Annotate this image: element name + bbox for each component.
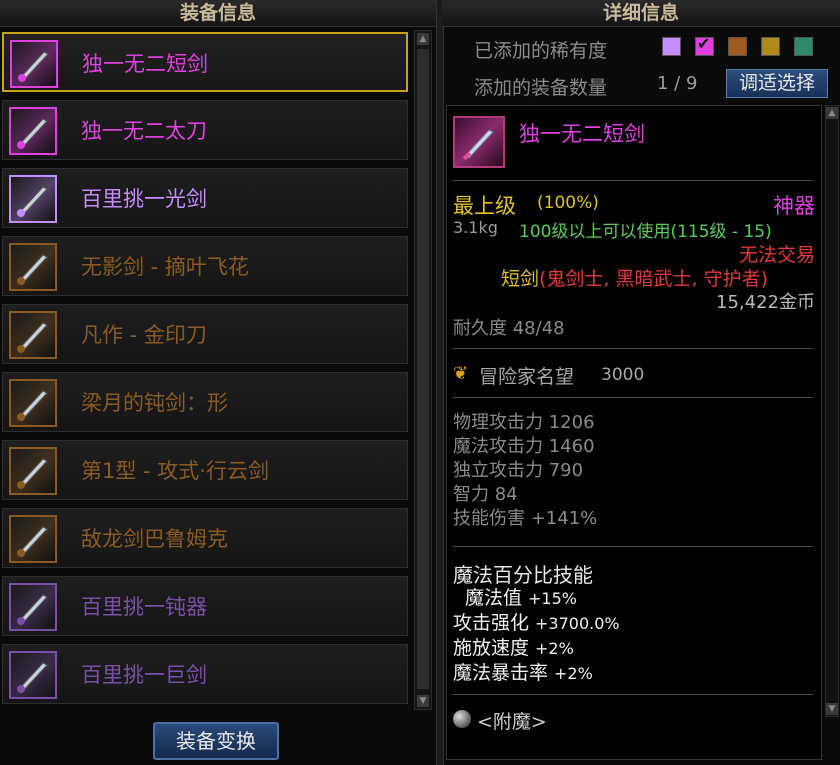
class-line: 短剑(鬼剑士, 黑暗武士, 守护者) bbox=[501, 264, 768, 291]
adjust-selection-button[interactable]: 调适选择 bbox=[726, 69, 828, 98]
equipment-list-item[interactable]: 无影剑 - 摘叶飞花 bbox=[2, 236, 408, 296]
equipment-list-item[interactable]: 独一无二短剑 bbox=[2, 32, 408, 92]
skill-name: 攻击强化 bbox=[453, 612, 530, 634]
skill-line: 施放速度 +2% bbox=[453, 633, 574, 660]
blade-icon bbox=[9, 311, 57, 359]
rarity-checkbox[interactable]: ✔ bbox=[695, 34, 714, 56]
stat-line: 技能伤害 +141% bbox=[453, 508, 598, 529]
equipment-list-item[interactable]: 敌龙剑巴鲁姆克 bbox=[2, 508, 408, 568]
item-detail-panel: 独一无二短剑 最上级 (100%) 神器 3.1kg 100级以上可以使用(11… bbox=[446, 105, 822, 760]
checkmark-icon: ✔ bbox=[697, 34, 711, 53]
equipment-name: 百里挑一巨剑 bbox=[81, 663, 207, 687]
dagger-icon bbox=[10, 40, 58, 88]
rarity-checkbox[interactable] bbox=[794, 37, 813, 56]
fame-label: 冒险家名望 bbox=[479, 366, 575, 388]
blunt-sword-icon bbox=[9, 379, 57, 427]
sword-icon bbox=[9, 447, 57, 495]
panel-divider bbox=[436, 0, 444, 765]
scroll-thumb[interactable] bbox=[417, 49, 429, 689]
item-grade-percent: (100%) bbox=[537, 193, 599, 213]
trade-restriction: 无法交易 bbox=[738, 244, 815, 266]
stat-line: 魔法攻击力 1460 bbox=[453, 436, 595, 457]
divider bbox=[453, 546, 813, 547]
equipment-name: 百里挑一光剑 bbox=[81, 187, 207, 211]
item-price: 15,422金币 bbox=[716, 292, 815, 313]
skill-line: 魔法值 +15% bbox=[465, 583, 577, 610]
skill-value: +3700.0% bbox=[535, 614, 620, 633]
item-type-tag: 神器 bbox=[773, 194, 815, 218]
fame-value: 3000 bbox=[601, 365, 645, 385]
equipment-list-item[interactable]: 凡作 - 金印刀 bbox=[2, 304, 408, 364]
rarity-checkbox[interactable] bbox=[728, 37, 747, 56]
fame-icon: ❦ bbox=[453, 363, 469, 384]
equipment-swap-button[interactable]: 装备变换 bbox=[153, 722, 279, 760]
equipment-list-item[interactable]: 独一无二太刀 bbox=[2, 100, 408, 160]
equipment-name: 独一无二短剑 bbox=[82, 52, 208, 76]
equipment-list: 独一无二短剑 独一无二太刀 百里挑一光剑无影剑 - 摘叶飞花 凡作 - 金印刀 梁月的钝… bbox=[0, 30, 412, 710]
equipment-name: 独一无二太刀 bbox=[81, 119, 207, 143]
level-requirement: 100级以上可以使用(115级 - 15) bbox=[519, 222, 772, 242]
scroll-down-icon[interactable]: ▼ bbox=[417, 695, 429, 707]
list-scrollbar[interactable]: ▲ ▼ bbox=[414, 30, 432, 710]
skill-line: 攻击强化 +3700.0% bbox=[453, 608, 620, 635]
dragon-sword-icon bbox=[9, 515, 57, 563]
sword-icon bbox=[9, 243, 57, 291]
equipment-name: 无影剑 - 摘叶飞花 bbox=[81, 255, 249, 279]
count-label: 添加的装备数量 bbox=[474, 77, 608, 99]
skill-value: +2% bbox=[535, 639, 574, 658]
skill-name: 魔法暴击率 bbox=[453, 662, 549, 684]
skill-value: +15% bbox=[528, 589, 577, 608]
club-icon bbox=[9, 583, 57, 631]
divider bbox=[453, 397, 813, 398]
skill-line: 魔法暴击率 +2% bbox=[453, 658, 593, 685]
scroll-up-icon[interactable]: ▲ bbox=[417, 33, 429, 45]
equipment-list-item[interactable]: 第1型 - 攻式·行云剑 bbox=[2, 440, 408, 500]
rarity-label: 已添加的稀有度 bbox=[474, 40, 608, 62]
stat-line: 智力 84 bbox=[453, 484, 518, 505]
equipment-name: 敌龙剑巴鲁姆克 bbox=[81, 527, 228, 551]
stat-line: 独立攻击力 790 bbox=[453, 460, 584, 481]
item-name: 独一无二短剑 bbox=[519, 122, 645, 146]
rarity-checkbox[interactable] bbox=[761, 37, 780, 56]
scroll-up-icon[interactable]: ▲ bbox=[826, 107, 838, 119]
equipment-name: 梁月的钝剑：形 bbox=[81, 391, 228, 415]
class-restriction: (鬼剑士, 黑暗武士, 守护者) bbox=[539, 268, 768, 290]
dagger-icon bbox=[453, 116, 505, 168]
skill-value: +2% bbox=[554, 664, 593, 683]
equipment-name: 百里挑一钝器 bbox=[81, 595, 207, 619]
equipment-list-item[interactable]: 百里挑一巨剑 bbox=[2, 644, 408, 704]
skill-name: 施放速度 bbox=[453, 637, 530, 659]
equipment-list-item[interactable]: 百里挑一钝器 bbox=[2, 576, 408, 636]
divider bbox=[453, 180, 813, 181]
equipment-list-item[interactable]: 梁月的钝剑：形 bbox=[2, 372, 408, 432]
equipment-name: 第1型 - 攻式·行云剑 bbox=[81, 459, 269, 483]
durability: 耐久度 48/48 bbox=[453, 318, 565, 339]
greatsword-icon bbox=[9, 651, 57, 699]
item-weight: 3.1kg bbox=[453, 218, 498, 237]
rarity-checkbox[interactable] bbox=[662, 37, 681, 56]
detail-scrollbar[interactable]: ▲ ▼ bbox=[825, 105, 839, 717]
detail-info-header: 详细信息 bbox=[442, 0, 840, 27]
equipment-name: 凡作 - 金印刀 bbox=[81, 323, 207, 347]
stat-line: 物理攻击力 1206 bbox=[453, 412, 595, 433]
enchant-orb-icon bbox=[453, 710, 471, 728]
weapon-type: 短剑 bbox=[501, 268, 540, 290]
equipment-count: 1 / 9 bbox=[657, 73, 698, 94]
equipment-list-item[interactable]: 百里挑一光剑 bbox=[2, 168, 408, 228]
enchant-slot[interactable]: <附魔> bbox=[477, 707, 547, 734]
scroll-down-icon[interactable]: ▼ bbox=[826, 703, 838, 715]
lightsaber-icon bbox=[9, 175, 57, 223]
equipment-info-header: 装备信息 bbox=[0, 0, 436, 27]
divider bbox=[453, 348, 813, 349]
item-grade: 最上级 bbox=[453, 194, 516, 218]
skill-name: 魔法值 bbox=[465, 587, 523, 609]
katana-icon bbox=[9, 107, 57, 155]
divider bbox=[453, 694, 813, 695]
